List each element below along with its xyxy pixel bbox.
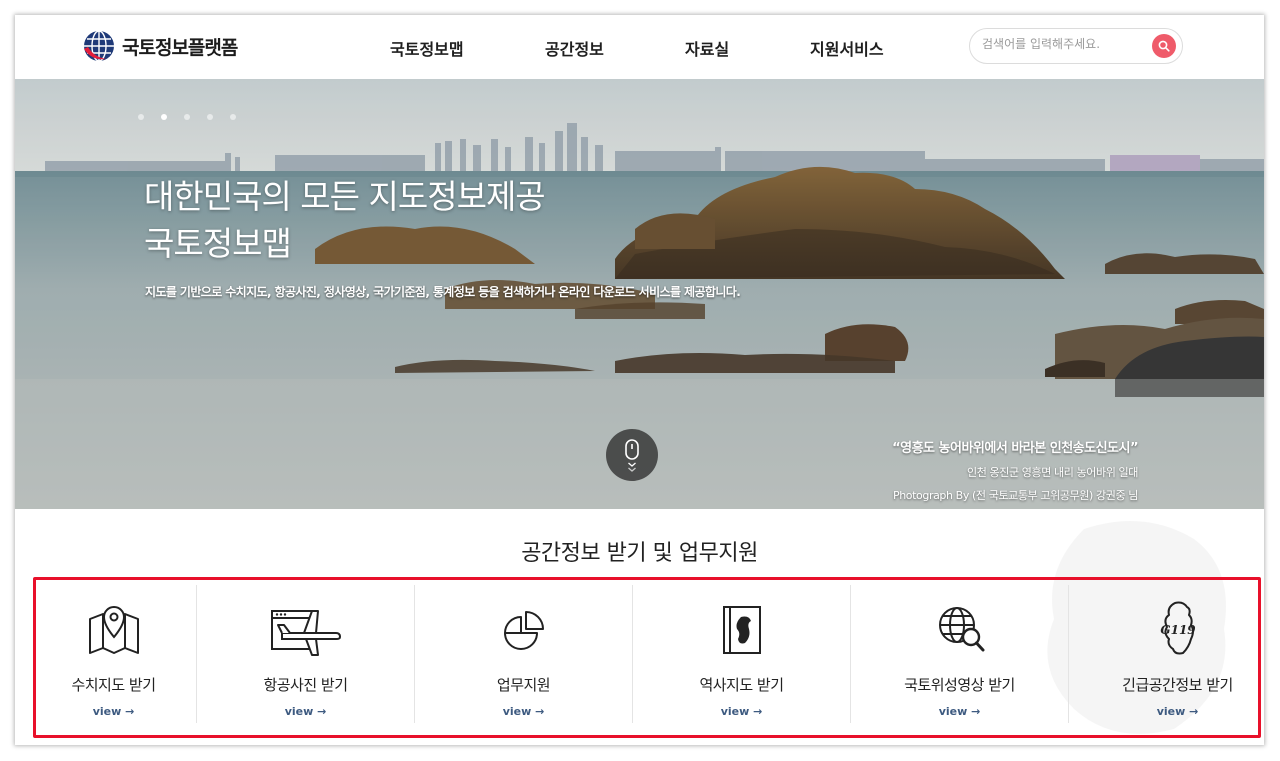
logo-text: 국토정보플랫폼: [122, 36, 238, 59]
hero-title-line1: 대한민국의 모든 지도정보제공: [144, 177, 546, 216]
annotation-highlight-box: [33, 577, 1261, 738]
search-box: [969, 28, 1183, 64]
photo-credit: Photograph By (전 국토교통부 고위공무원) 강권중 님: [893, 489, 1138, 502]
search-icon: [1158, 40, 1170, 52]
slide-dot[interactable]: [184, 114, 190, 120]
slide-dot[interactable]: [230, 114, 236, 120]
hero-description: 지도를 기반으로 수치지도, 항공사진, 정사영상, 국가기준점, 통계정보 등…: [145, 285, 741, 299]
search-input[interactable]: [982, 37, 1132, 51]
globe-logo-icon: [84, 30, 114, 62]
photo-title: “영흥도 농어바위에서 바라본 인천송도신도시”: [892, 441, 1138, 456]
slide-dot-active[interactable]: [161, 114, 167, 120]
search-button[interactable]: [1152, 34, 1176, 58]
photo-location: 인천 옹진군 영흥면 내리 농어바위 일대: [966, 466, 1138, 479]
nav-item-support[interactable]: 지원서비스: [810, 36, 884, 60]
nav-item-spatial-info[interactable]: 공간정보: [545, 36, 604, 60]
site-logo[interactable]: 국토정보플랫폼: [82, 28, 238, 64]
services-section-title: 공간정보 받기 및 업무지원: [521, 541, 758, 566]
hero-title: 대한민국의 모든 지도정보제공 국토정보맵: [144, 173, 546, 267]
browser-viewport: 국토정보플랫폼 국토정보맵 공간정보 자료실 지원서비스 검색어를 입력해주세요…: [15, 15, 1264, 745]
nav-item-national-map[interactable]: 국토정보맵: [390, 36, 464, 60]
hero-title-line2: 국토정보맵: [144, 224, 292, 263]
scroll-down-button[interactable]: [606, 429, 658, 481]
slide-dot[interactable]: [138, 114, 144, 120]
mouse-scroll-icon: [625, 439, 639, 472]
site-header: 국토정보플랫폼 국토정보맵 공간정보 자료실 지원서비스: [15, 15, 1264, 80]
slide-dot[interactable]: [207, 114, 213, 120]
hero-banner: 대한민국의 모든 지도정보제공 국토정보맵 지도를 기반으로 수치지도, 항공사…: [15, 79, 1264, 509]
slide-indicators: [138, 114, 236, 120]
photo-caption: “영흥도 농어바위에서 바라본 인천송도신도시” 인천 옹진군 영흥면 내리 농…: [892, 437, 1138, 503]
nav-item-library[interactable]: 자료실: [685, 36, 729, 60]
